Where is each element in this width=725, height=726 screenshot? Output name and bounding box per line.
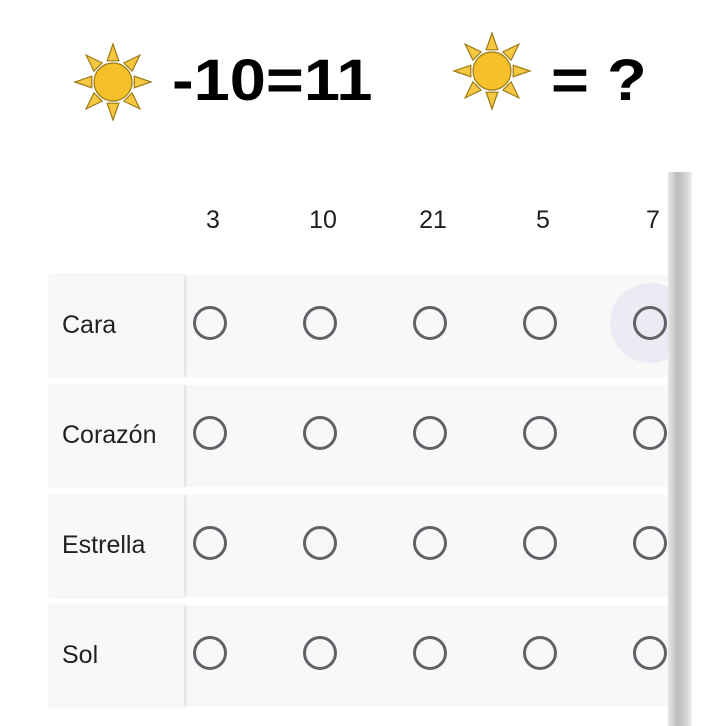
radio-button[interactable] [633,636,667,670]
row-label-cell: Corazón [48,385,184,487]
sun-ray [485,91,499,111]
radio-cell [268,385,378,487]
radio-button[interactable] [193,416,227,450]
radio-button[interactable] [633,306,667,340]
row-label: Cara [62,311,117,339]
choice-grid: 3 10 21 5 7 Cara Corazón Estrella Sol [48,160,690,720]
radio-button[interactable] [303,526,337,560]
column-header: 5 [536,206,550,234]
radio-button[interactable] [523,526,557,560]
grid-row: Estrella [48,495,688,597]
radio-button[interactable] [413,526,447,560]
radio-button[interactable] [303,306,337,340]
sun-ray [73,75,93,89]
grid-row: Cara [48,275,690,377]
grid-row: Corazón [48,385,688,487]
radio-button[interactable] [413,416,447,450]
column-header: 21 [419,206,447,234]
sun-ray [106,102,120,122]
radio-button[interactable] [413,636,447,670]
radio-cell [378,605,488,707]
sun-ray [133,75,153,89]
row-label: Corazón [62,421,157,449]
radio-button[interactable] [303,416,337,450]
radio-cell [378,385,488,487]
row-label-cell: Estrella [48,495,184,597]
radio-cell [488,385,598,487]
row-label-cell: Cara [48,275,184,377]
radio-button[interactable] [193,306,227,340]
equation-left: -10=11 [172,48,373,113]
sun-icon [452,31,532,111]
puzzle-image: -10=11 = ? [0,0,725,130]
radio-button[interactable] [193,636,227,670]
sun-ray [106,42,120,62]
radio-button[interactable] [303,636,337,670]
radio-button[interactable] [633,416,667,450]
radio-cell [268,495,378,597]
radio-button[interactable] [523,416,557,450]
radio-button[interactable] [523,636,557,670]
radio-button[interactable] [523,306,557,340]
radio-button[interactable] [193,526,227,560]
radio-cell [378,495,488,597]
radio-cell [378,275,488,377]
row-label-cell: Sol [48,605,184,707]
sun-ray [452,64,472,78]
equation-right: = ? [551,48,647,113]
radio-cell [488,275,598,377]
radio-cell [268,275,378,377]
row-label: Estrella [62,531,146,559]
radio-button[interactable] [633,526,667,560]
radio-cell [488,495,598,597]
radio-cell [268,605,378,707]
column-header: 10 [309,206,337,234]
sun-ray [485,31,499,51]
grid-row: Sol [48,605,688,707]
sun-icon [73,42,153,122]
column-header: 3 [206,206,220,234]
radio-button[interactable] [413,306,447,340]
radio-cell [488,605,598,707]
horizontal-scroll-shadow[interactable] [668,172,692,726]
sun-ray [512,64,532,78]
row-label: Sol [62,641,99,669]
